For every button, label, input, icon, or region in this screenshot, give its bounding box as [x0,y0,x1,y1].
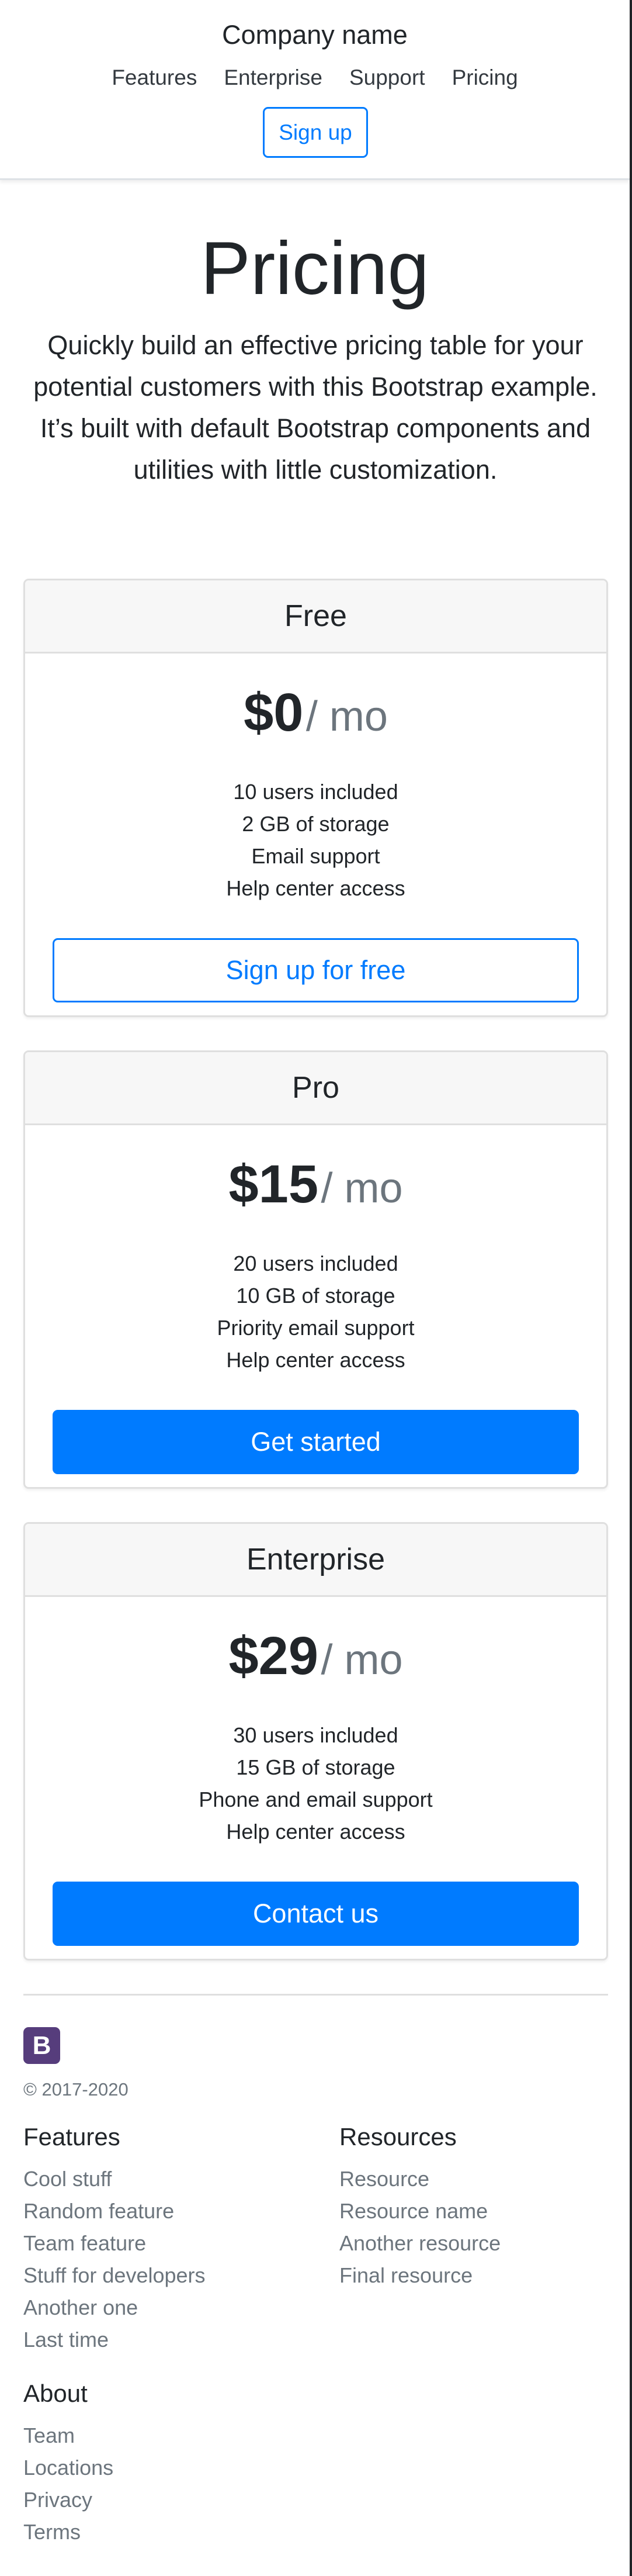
nav-pricing[interactable]: Pricing [452,65,518,90]
footer-link[interactable]: Another one [23,2291,206,2323]
feature-item: Phone and email support [199,1787,433,1811]
plan-name: Enterprise [25,1524,606,1597]
footer-link[interactable]: Final resource [339,2259,501,2291]
price-period: / mo [305,693,388,740]
pricing-card-pro: Pro $15 / mo 20 users included 10 GB of … [23,1050,608,1489]
feature-item: 10 users included [233,780,398,804]
footer-link[interactable]: Resource name [339,2195,501,2227]
footer-features: Features Cool stuff Random feature Team … [23,2123,206,2356]
nav-support[interactable]: Support [349,65,425,90]
contact-us-button[interactable]: Contact us [53,1882,579,1946]
feature-item: 20 users included [233,1251,398,1275]
feature-item: Help center access [226,1820,405,1844]
footer-link[interactable]: Resource [339,2163,501,2195]
hero-lead: Quickly build an effective pricing table… [33,330,598,485]
footer-link[interactable]: Stuff for developers [23,2259,206,2291]
pricing-card-enterprise: Enterprise $29 / mo 30 users included 15… [23,1522,608,1960]
footer-link[interactable]: Random feature [23,2195,206,2227]
feature-item: Priority email support [217,1316,415,1340]
nav-enterprise[interactable]: Enterprise [224,65,322,90]
page-title: Pricing [200,227,429,310]
feature-item: 30 users included [233,1723,398,1747]
plan-price: $29 / mo [25,1624,606,1704]
feature-item: 10 GB of storage [236,1284,395,1308]
plan-features: 30 users included 15 GB of storage Phone… [25,1719,606,1848]
main-nav: Features Enterprise Support Pricing [0,65,630,90]
pricing-card-free: Free $0 / mo 10 users included 2 GB of s… [23,579,608,1017]
plan-price: $15 / mo [25,1152,606,1232]
price-amount: $0 [244,683,304,742]
footer-link[interactable]: Team feature [23,2227,206,2259]
brand-name: Company name [222,20,408,50]
feature-item: Help center access [226,876,405,900]
footer-heading: Features [23,2123,120,2150]
footer-divider [23,1994,608,1996]
price-amount: $29 [228,1626,319,1686]
footer-link[interactable]: Cool stuff [23,2163,206,2195]
footer-resources: Resources Resource Resource name Another… [339,2123,501,2291]
price-period: / mo [321,1637,403,1683]
copyright: © 2017-2020 [23,2079,129,2100]
header-signup-button[interactable]: Sign up [263,107,368,158]
nav-features[interactable]: Features [112,65,197,90]
plan-name: Pro [25,1052,606,1125]
footer-about: About Team Locations Privacy Terms [23,2380,113,2548]
price-amount: $15 [228,1154,319,1214]
price-period: / mo [321,1165,403,1212]
footer-heading: About [23,2380,88,2407]
footer-link[interactable]: Privacy [23,2484,113,2516]
feature-item: Email support [251,844,380,868]
feature-item: Help center access [226,1348,405,1372]
plan-features: 10 users included 2 GB of storage Email … [25,776,606,904]
signup-free-button[interactable]: Sign up for free [53,938,579,1002]
get-started-button[interactable]: Get started [53,1410,579,1474]
feature-item: 2 GB of storage [242,812,390,836]
footer-link[interactable]: Team [23,2419,113,2451]
page-edge [630,0,632,2576]
site-header: Company name Features Enterprise Support… [0,0,630,180]
footer-link[interactable]: Locations [23,2451,113,2484]
footer-link[interactable]: Last time [23,2323,206,2356]
feature-item: 15 GB of storage [236,1755,395,1779]
plan-features: 20 users included 10 GB of storage Prior… [25,1247,606,1376]
footer-heading: Resources [339,2123,457,2150]
footer-link[interactable]: Terms [23,2516,113,2548]
plan-price: $0 / mo [25,680,606,760]
footer-link[interactable]: Another resource [339,2227,501,2259]
bootstrap-logo-icon: B [23,2027,60,2064]
plan-name: Free [25,580,606,653]
